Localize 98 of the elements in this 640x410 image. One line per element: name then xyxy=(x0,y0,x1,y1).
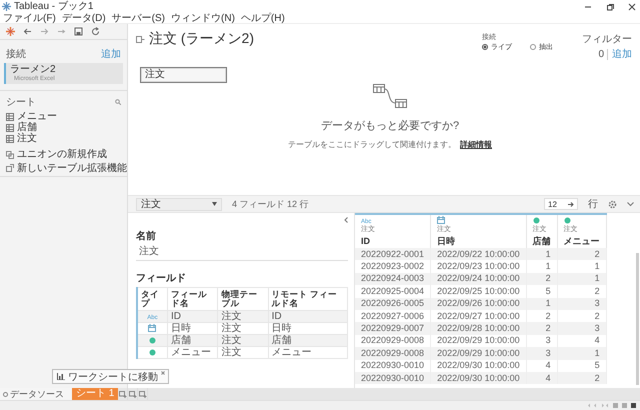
table-cell: 20220930-0010 xyxy=(355,372,431,384)
table-cell: 1 xyxy=(526,248,558,260)
table-cell: 3 xyxy=(557,322,606,335)
field-row-summary: 4 フィールド 12 行 xyxy=(232,198,309,210)
filter-count: 0 xyxy=(598,48,608,60)
section-label: シート xyxy=(6,96,36,109)
new-dashboard-icon[interactable] xyxy=(128,390,137,398)
save-icon[interactable] xyxy=(74,27,83,36)
calendar-icon xyxy=(437,216,446,224)
arrow-right-icon xyxy=(568,202,574,206)
table-cell: 1 xyxy=(526,298,558,310)
sheet-item[interactable]: 店舗 xyxy=(17,122,37,133)
table-cell: メニュー xyxy=(167,346,218,358)
hint-text: テーブルをここにドラッグして関連付けます。 詳細情報 xyxy=(288,139,492,150)
menu-item[interactable]: ファイル(F) xyxy=(3,13,56,23)
table-cell: 2022/09/28 10:00:00 xyxy=(430,322,526,335)
learn-more-link[interactable]: 詳細情報 xyxy=(460,140,492,149)
refresh-icon[interactable] xyxy=(91,27,100,36)
table-cell: ID xyxy=(167,310,218,322)
table-cell: 3 xyxy=(526,347,558,360)
back-arrow-icon[interactable] xyxy=(23,27,32,36)
chevron-down-icon[interactable] xyxy=(627,202,634,206)
table-cell: 2 xyxy=(526,272,558,286)
new-worksheet-icon[interactable] xyxy=(118,390,127,398)
table-cell: 20220922-0001 xyxy=(355,248,431,260)
table-cell: 20220926-0005 xyxy=(355,298,431,310)
hint-title: データがもっと必要ですか? xyxy=(320,118,460,133)
menu-item[interactable]: ヘルプ(H) xyxy=(240,13,285,23)
window-title: Tableau - ブック1 xyxy=(14,2,94,12)
table-cell: 注文 xyxy=(218,346,268,358)
table-card[interactable]: 注文 xyxy=(140,67,227,83)
table-cell: 20220929-0008 xyxy=(355,347,431,360)
column-name: ID xyxy=(361,235,371,247)
tooltip-text: ワークシートに移動 xyxy=(68,370,158,384)
table-cell: 20220929-0007 xyxy=(355,322,431,335)
name-field[interactable]: 注文 xyxy=(136,243,348,261)
table-dropdown[interactable]: 注文 xyxy=(136,198,222,210)
table-icon xyxy=(6,134,14,142)
action-link[interactable]: 新しいテーブル拡張機能 xyxy=(17,162,127,174)
column-name: メニュー xyxy=(564,235,600,247)
table-cell: 2022/09/26 10:00:00 xyxy=(430,298,526,310)
sheet-item[interactable]: 注文 xyxy=(17,133,37,144)
table-cell: 2 xyxy=(526,322,558,335)
number-type-icon xyxy=(532,216,540,224)
search-icon[interactable] xyxy=(115,99,121,105)
table-cell: 店舗 xyxy=(268,334,348,346)
rows-label: 行 xyxy=(588,198,598,211)
sheet-item[interactable]: メニュー xyxy=(17,111,57,122)
collapse-chevron-icon[interactable] xyxy=(344,217,348,223)
datasource-tab-icon xyxy=(3,392,8,396)
table-cell: 2 xyxy=(557,248,606,260)
scrollbar[interactable] xyxy=(636,253,639,385)
related-tables-icon xyxy=(373,84,407,110)
table-cell: 2 xyxy=(557,372,606,384)
extension-icon xyxy=(6,164,14,172)
column-name: 店舗 xyxy=(532,235,551,247)
dropdown-caret-icon xyxy=(212,202,217,206)
row-count-field[interactable]: 12 xyxy=(544,198,578,210)
table-cell: 3 xyxy=(557,298,606,310)
datasource-title[interactable]: 注文 (ラーメン2) xyxy=(149,30,254,48)
table-cell: 20220924-0003 xyxy=(355,272,431,286)
settings-icon[interactable] xyxy=(608,200,617,208)
bar-chart-icon xyxy=(57,373,65,380)
new-story-icon[interactable] xyxy=(138,390,147,398)
name-label: 名前 xyxy=(136,230,157,243)
filter-label: フィルター xyxy=(582,33,632,46)
close-icon[interactable] xyxy=(628,2,636,10)
union-icon xyxy=(6,150,14,158)
app-logo-icon xyxy=(2,2,11,11)
connection-name: ラーメン2 xyxy=(10,64,57,75)
add-link[interactable]: 追加 xyxy=(612,47,632,61)
worksheet-tooltip[interactable]: ワークシートに移動 xyxy=(52,369,169,384)
action-link[interactable]: ユニオンの新規作成 xyxy=(17,149,107,160)
table-cell: 注文 xyxy=(218,310,268,322)
section-label: 接続 xyxy=(6,48,26,61)
number-type-icon xyxy=(564,216,571,224)
table-cell: 店舗 xyxy=(167,334,218,346)
table-cell: 4 xyxy=(526,372,558,384)
forward-arrow-icon[interactable] xyxy=(40,27,49,36)
menu-item[interactable]: ウィンドウ(N) xyxy=(171,13,235,23)
table-cell: 1 xyxy=(557,272,606,286)
table-cell: メニュー xyxy=(268,346,348,358)
table-icon xyxy=(6,124,14,132)
table-cell: 2022/09/24 10:00:00 xyxy=(430,272,526,286)
fields-label: フィールド xyxy=(136,272,187,285)
table-cell: 2022/09/22 10:00:00 xyxy=(430,248,526,260)
menu-item[interactable]: データ(D) xyxy=(62,13,106,23)
menu-item[interactable]: サーバー(S) xyxy=(112,13,166,23)
datasource-tab[interactable]: データソース xyxy=(0,388,72,400)
calendar-icon xyxy=(148,324,156,332)
table-cell: ID xyxy=(268,310,348,322)
maximize-icon[interactable] xyxy=(606,2,614,10)
table-icon xyxy=(6,112,14,120)
table-cell: 注文 xyxy=(218,334,268,346)
table-cell: 2022/09/30 10:00:00 xyxy=(430,372,526,384)
table-cell: 2022/09/29 10:00:00 xyxy=(430,347,526,360)
column-name: 日時 xyxy=(437,235,456,247)
table-cell: 1 xyxy=(557,347,606,360)
